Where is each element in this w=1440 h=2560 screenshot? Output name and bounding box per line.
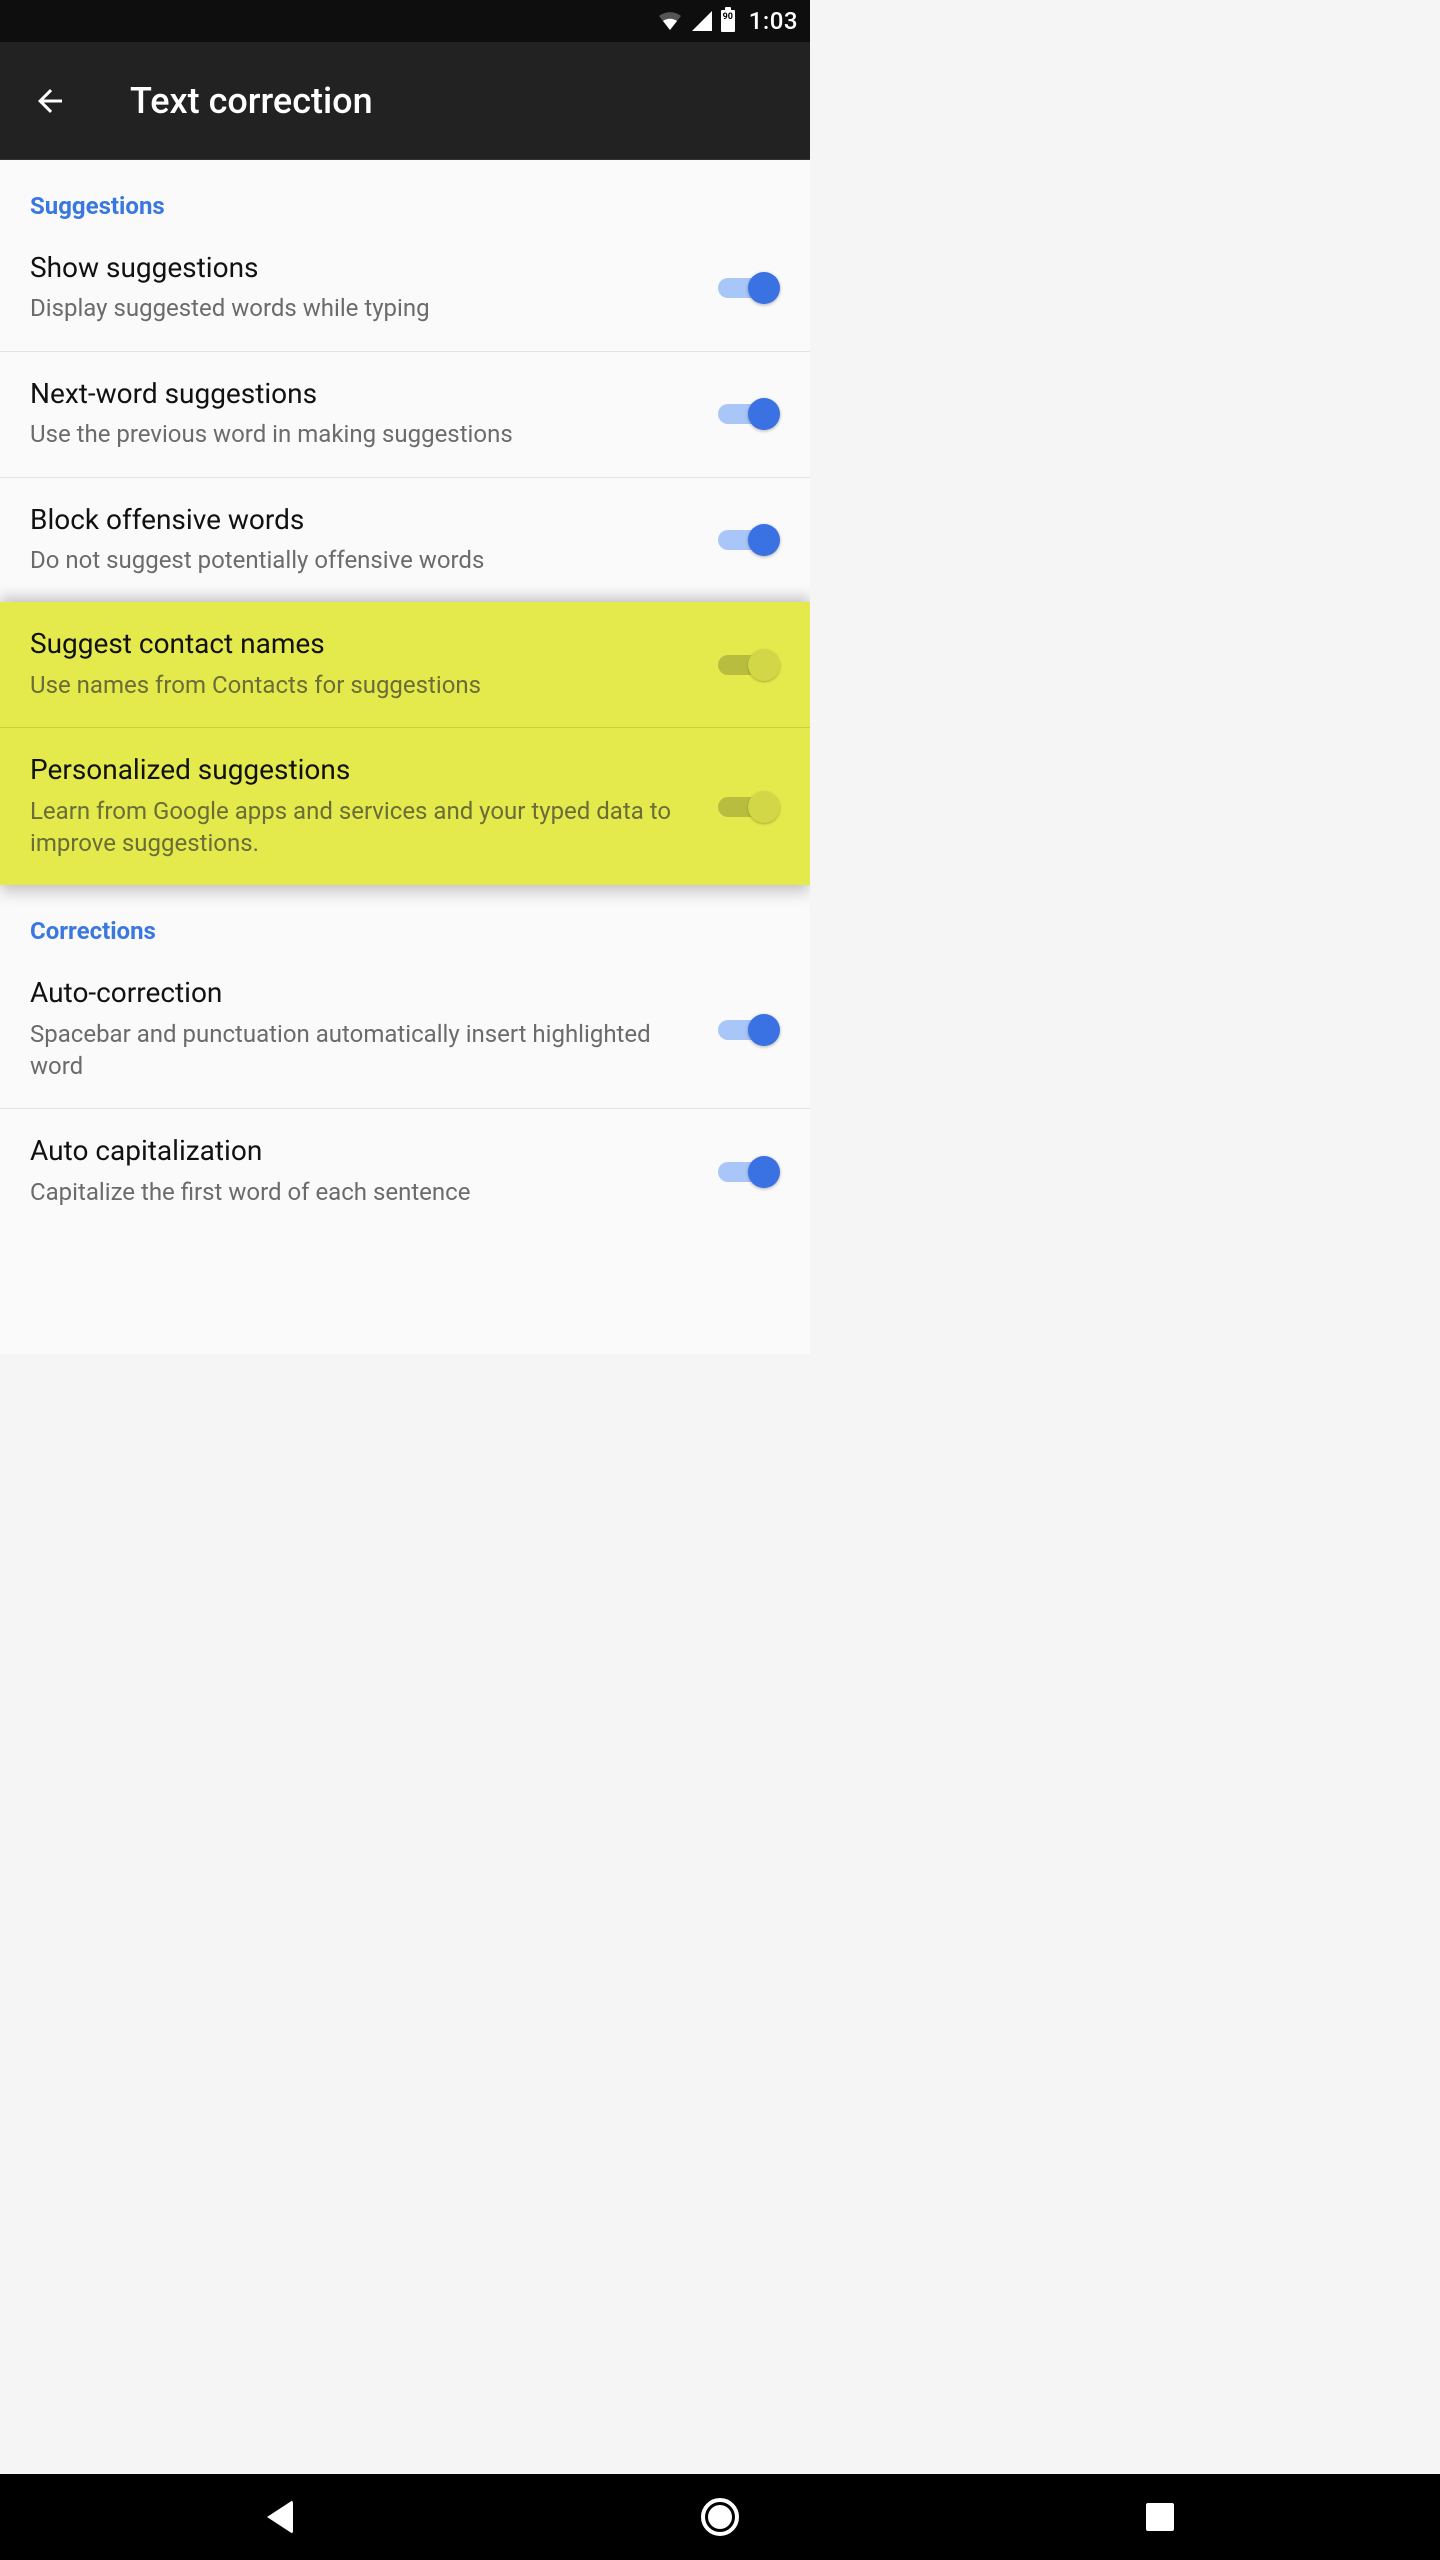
back-button[interactable] [30,81,70,121]
toggle-suggest-contact-names[interactable] [718,649,780,679]
setting-auto-capitalization[interactable]: Auto capitalization Capitalize the first… [0,1109,810,1234]
nav-back-icon [267,2500,293,2534]
app-bar: Text correction [0,42,810,160]
setting-subtitle: Capitalize the first word of each senten… [30,1176,698,1208]
setting-block-offensive-words[interactable]: Block offensive words Do not suggest pot… [0,478,810,603]
wifi-icon [657,10,683,32]
setting-subtitle: Spacebar and punctuation automatically i… [30,1018,698,1083]
status-bar: 90 1:03 [0,0,810,42]
setting-title: Auto-correction [30,975,698,1011]
toggle-auto-correction[interactable] [718,1014,780,1044]
setting-subtitle: Display suggested words while typing [30,292,698,324]
battery-percent: 90 [721,12,735,22]
setting-subtitle: Use names from Contacts for suggestions [30,669,698,701]
setting-title: Suggest contact names [30,626,698,662]
nav-home-button[interactable] [695,2492,745,2542]
toggle-block-offensive-words[interactable] [718,524,780,554]
setting-auto-correction[interactable]: Auto-correction Spacebar and punctuation… [0,951,810,1109]
setting-subtitle: Use the previous word in making suggesti… [30,418,698,450]
page-title: Text correction [130,80,373,122]
battery-icon: 90 [721,10,735,32]
nav-back-button[interactable] [255,2492,305,2542]
section-header-corrections: Corrections [0,885,810,951]
nav-bar [0,2474,1440,2560]
toggle-next-word-suggestions[interactable] [718,398,780,428]
nav-recent-button[interactable] [1135,2492,1185,2542]
setting-next-word-suggestions[interactable]: Next-word suggestions Use the previous w… [0,352,810,478]
setting-title: Block offensive words [30,502,698,538]
setting-subtitle: Learn from Google apps and services and … [30,795,698,860]
nav-recent-icon [1146,2503,1174,2531]
setting-show-suggestions[interactable]: Show suggestions Display suggested words… [0,226,810,352]
toggle-show-suggestions[interactable] [718,272,780,302]
section-header-suggestions: Suggestions [0,160,810,226]
arrow-back-icon [32,83,68,119]
setting-personalized-suggestions[interactable]: Personalized suggestions Learn from Goog… [0,728,810,885]
cell-signal-icon [691,10,713,32]
toggle-auto-capitalization[interactable] [718,1156,780,1186]
status-clock: 1:03 [749,7,798,35]
toggle-personalized-suggestions[interactable] [718,791,780,821]
nav-home-icon [701,2498,739,2536]
settings-list[interactable]: Suggestions Show suggestions Display sug… [0,160,810,1354]
highlighted-settings: Suggest contact names Use names from Con… [0,602,810,885]
setting-title: Show suggestions [30,250,698,286]
setting-title: Auto capitalization [30,1133,698,1169]
setting-title: Next-word suggestions [30,376,698,412]
setting-subtitle: Do not suggest potentially offensive wor… [30,544,698,576]
setting-title: Personalized suggestions [30,752,698,788]
setting-suggest-contact-names[interactable]: Suggest contact names Use names from Con… [0,602,810,728]
